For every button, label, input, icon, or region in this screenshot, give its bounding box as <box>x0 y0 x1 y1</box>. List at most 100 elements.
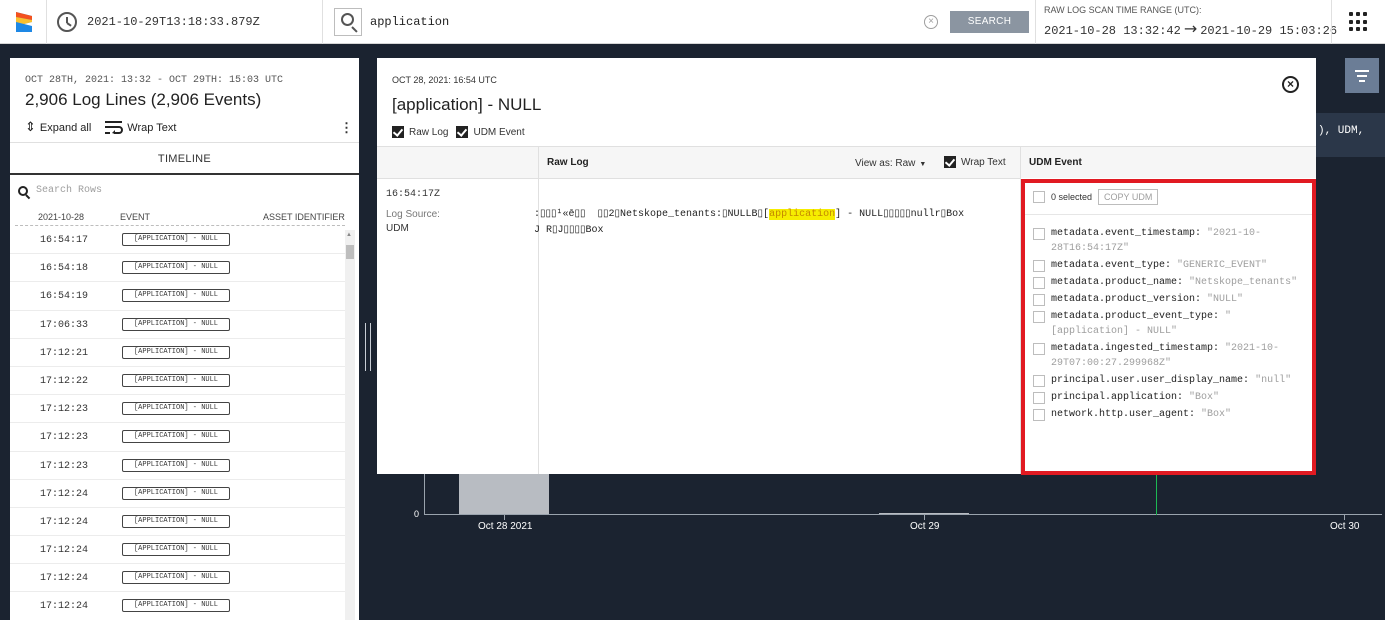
timeline-row[interactable]: 17:06:33 [APPLICATION] - NULL <box>10 311 345 339</box>
wrap-text-button[interactable]: Wrap Text <box>105 121 176 134</box>
more-options-icon[interactable]: ⋮ <box>340 120 353 136</box>
udm-field-row: metadata.ingested_timestamp: "2021-10-29… <box>1033 342 1305 371</box>
event-tag[interactable]: [APPLICATION] - NULL <box>122 402 230 416</box>
udm-field-row: network.http.user_agent: "Box" <box>1033 408 1305 423</box>
divider <box>1331 0 1332 44</box>
event-tag[interactable]: [APPLICATION] - NULL <box>122 458 230 472</box>
search-rows-input[interactable]: Search Rows <box>18 185 102 196</box>
event-tag[interactable]: [APPLICATION] - NULL <box>122 261 230 275</box>
udm-field-checkbox[interactable] <box>1033 311 1045 324</box>
event-tag[interactable]: [APPLICATION] - NULL <box>122 345 230 359</box>
timeline-row[interactable]: 17:12:24 [APPLICATION] - NULL <box>10 480 345 508</box>
timeline-row[interactable]: 17:12:24 [APPLICATION] - NULL <box>10 508 345 537</box>
udm-field-value: "Box" <box>1201 409 1232 421</box>
timeline-row[interactable]: 17:12:24 [APPLICATION] - NULL <box>10 536 345 565</box>
expand-all-button[interactable]: ⇕ Expand all <box>25 120 91 135</box>
udm-field-key: metadata.product_version: <box>1051 294 1202 306</box>
udm-field-row: metadata.product_event_type: "[applicati… <box>1033 310 1305 339</box>
timeline-row[interactable]: 17:12:21 [APPLICATION] - NULL <box>10 339 345 367</box>
search-button[interactable]: SEARCH <box>950 11 1029 33</box>
row-time: 17:12:22 <box>40 375 89 387</box>
expand-collapse-icon: ⇕ <box>25 120 36 135</box>
logo-icon[interactable] <box>14 10 34 34</box>
scrollbar[interactable] <box>345 230 355 620</box>
event-tag[interactable]: [APPLICATION] - NULL <box>122 486 230 500</box>
search-icon[interactable] <box>334 8 362 36</box>
raw-log-checkbox[interactable]: Raw Log <box>392 126 448 138</box>
udm-field-checkbox[interactable] <box>1033 228 1045 240</box>
copy-udm-button[interactable]: COPY UDM <box>1098 189 1159 205</box>
timeline-row[interactable]: 17:12:23 [APPLICATION] - NULL <box>10 395 345 424</box>
chart-bar[interactable] <box>879 513 969 514</box>
udm-field-key: principal.user.user_display_name: <box>1051 374 1250 386</box>
udm-field-key: metadata.product_event_type: <box>1051 311 1220 323</box>
event-tag[interactable]: [APPLICATION] - NULL <box>122 233 230 246</box>
clear-icon[interactable]: × <box>924 15 938 29</box>
event-date: OCT 28, 2021: 16:54 UTC <box>392 75 497 85</box>
udm-field-text: network.http.user_agent: "Box" <box>1051 408 1231 423</box>
event-tag[interactable]: [APPLICATION] - NULL <box>122 543 230 557</box>
scroll-up-icon[interactable]: ▲ <box>346 232 352 238</box>
row-time: 17:12:24 <box>40 545 89 557</box>
scrollbar-thumb[interactable] <box>346 245 354 259</box>
panel-time-range: OCT 28TH, 2021: 13:32 - OCT 29TH: 15:03 … <box>25 75 284 86</box>
udm-field-value: "GENERIC_EVENT" <box>1177 259 1268 271</box>
timeline-heading: TIMELINE <box>157 153 212 165</box>
timeline-row[interactable]: 16:54:19 [APPLICATION] - NULL <box>10 282 345 311</box>
udm-field-checkbox[interactable] <box>1033 259 1045 272</box>
udm-field-row: metadata.product_version: "NULL" <box>1033 293 1305 308</box>
event-tag[interactable]: [APPLICATION] - NULL <box>122 289 230 303</box>
arrow-right-icon: → <box>1183 19 1198 38</box>
udm-event-column-header: UDM Event <box>1029 157 1082 168</box>
timeline-row[interactable]: 17:12:24 [APPLICATION] - NULL <box>10 564 345 593</box>
timeline-row[interactable]: 17:12:24 [APPLICATION] - NULL <box>10 592 345 620</box>
udm-event-checkbox[interactable]: UDM Event <box>456 126 525 138</box>
event-tag[interactable]: [APPLICATION] - NULL <box>122 599 230 613</box>
event-tag[interactable]: [APPLICATION] - NULL <box>122 430 230 444</box>
wrap-text-checkbox[interactable]: Wrap Text <box>944 156 1006 168</box>
expand-all-label: Expand all <box>39 121 92 134</box>
row-time: 17:12:24 <box>40 573 89 585</box>
event-tag[interactable]: [APPLICATION] - NULL <box>122 317 230 331</box>
view-as-dropdown[interactable]: View as: Raw ▼ <box>855 158 926 169</box>
row-time: 17:12:24 <box>40 488 89 500</box>
timeline-row[interactable]: 17:12:23 [APPLICATION] - NULL <box>10 423 345 452</box>
timeline-row[interactable]: 17:12:22 [APPLICATION] - NULL <box>10 367 345 396</box>
udm-field-key: metadata.product_name: <box>1051 276 1184 288</box>
clock-icon[interactable] <box>57 12 77 32</box>
udm-field-row: principal.application: "Box" <box>1033 391 1305 406</box>
udm-field-value: "null" <box>1255 374 1292 386</box>
event-tag[interactable]: [APPLICATION] - NULL <box>122 514 230 528</box>
timeline-row[interactable]: 17:12:23 [APPLICATION] - NULL <box>10 452 345 480</box>
timeline-row[interactable]: 16:54:17 [APPLICATION] - NULL <box>10 226 345 255</box>
chart-bar[interactable] <box>459 474 549 514</box>
chart-zero-label: 0 <box>414 509 420 519</box>
row-time: 17:12:23 <box>40 404 89 416</box>
udm-field-checkbox[interactable] <box>1033 343 1045 356</box>
search-input[interactable]: application <box>370 15 449 29</box>
raw-log-segment: :▯▯▯¹«ē▯▯ ▯▯2▯Netskope_tenants:▯NULLB▯[ <box>534 209 770 220</box>
time-range[interactable]: 2021-10-28 13:32:42 → 2021-10-29 15:03:26 <box>1044 19 1337 38</box>
checkbox-checked-icon <box>392 126 404 138</box>
udm-field-checkbox[interactable] <box>1033 276 1045 289</box>
udm-field-checkbox[interactable] <box>1033 294 1045 307</box>
filter-button[interactable] <box>1345 58 1379 93</box>
chevron-down-icon: ▼ <box>919 161 927 168</box>
raw-log-column-header: Raw Log <box>547 157 589 168</box>
udm-field-checkbox[interactable] <box>1033 409 1045 422</box>
panel-resize-handle[interactable] <box>365 323 371 371</box>
divider <box>46 0 47 44</box>
select-all-checkbox[interactable] <box>1033 191 1045 203</box>
udm-field-checkbox[interactable] <box>1033 392 1045 405</box>
range-start: 2021-10-28 13:32:42 <box>1044 24 1181 38</box>
timeline-row[interactable]: 16:54:18 [APPLICATION] - NULL <box>10 254 345 283</box>
udm-field-value: "Netskope_tenants" <box>1189 276 1298 288</box>
apps-grid-icon[interactable] <box>1349 12 1369 32</box>
event-time: 16:54:17Z <box>386 189 441 200</box>
row-time: 17:12:23 <box>40 432 89 444</box>
udm-field-checkbox[interactable] <box>1033 374 1045 387</box>
event-tag[interactable]: [APPLICATION] - NULL <box>122 373 230 387</box>
view-as-label: View as: Raw <box>855 158 916 169</box>
close-icon[interactable]: × <box>1282 76 1299 93</box>
event-tag[interactable]: [APPLICATION] - NULL <box>122 571 230 585</box>
